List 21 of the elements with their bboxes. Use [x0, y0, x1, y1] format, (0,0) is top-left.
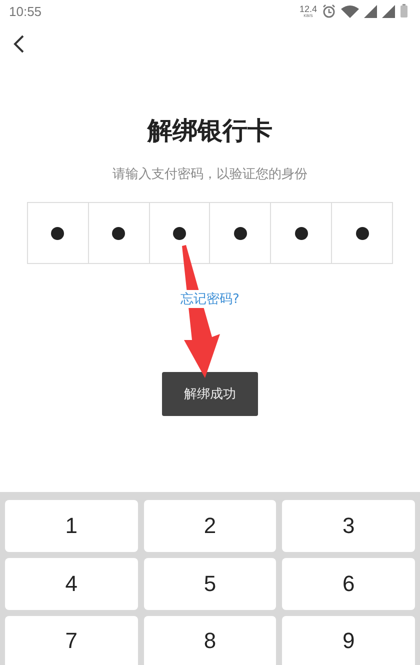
signal-icon: [364, 4, 377, 18]
wifi-icon: [341, 4, 359, 18]
battery-icon: [400, 4, 408, 18]
keypad-key[interactable]: 4: [5, 558, 138, 610]
signal-icon: [382, 4, 395, 18]
password-field[interactable]: [27, 202, 393, 264]
back-icon[interactable]: [12, 34, 26, 54]
page-title: 解绑银行卡: [148, 115, 272, 147]
keypad-key[interactable]: 8: [144, 616, 276, 665]
status-time: 10:55: [9, 4, 42, 18]
network-speed: 12.4: [299, 4, 317, 14]
keypad-key[interactable]: 6: [282, 558, 415, 610]
keypad-key[interactable]: 2: [144, 500, 276, 552]
keypad-key[interactable]: 9: [282, 616, 415, 665]
keypad-key[interactable]: 3: [282, 500, 415, 552]
alarm-icon: [322, 4, 336, 18]
keypad-key[interactable]: 5: [144, 558, 276, 610]
keypad-key[interactable]: 1: [5, 500, 138, 552]
keypad-key[interactable]: 7: [5, 616, 138, 665]
instruction-text: 请输入支付密码，以验证您的身份: [112, 166, 308, 183]
toast-message: 解绑成功: [162, 372, 258, 416]
